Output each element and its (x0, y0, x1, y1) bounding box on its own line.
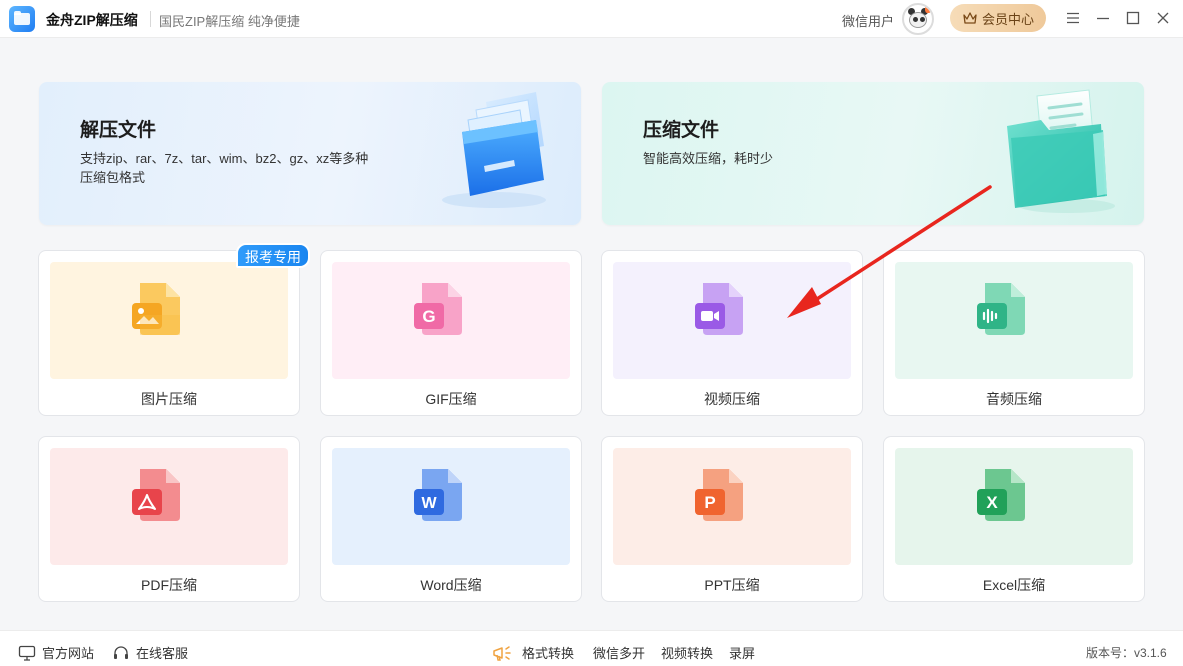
version-number: 版本号：v3.1.6 (1086, 646, 1167, 660)
title-bar: 金舟ZIP解压缩 国民ZIP解压缩 纯净便捷 微信用户 会员中心 (0, 0, 1183, 38)
app-name: 金舟ZIP解压缩 (46, 12, 138, 28)
compress-title: 压缩文件 (643, 120, 720, 141)
app-logo (9, 6, 35, 32)
file-drawer-icon (442, 92, 546, 208)
svg-text:X: X (986, 493, 998, 512)
screen-record-link[interactable]: 录屏 (729, 643, 755, 662)
official-website-link[interactable]: 官方网站 (18, 643, 94, 662)
compress-files-card[interactable]: 压缩文件 智能高效压缩，耗时少 (602, 82, 1144, 225)
online-service-link[interactable]: 在线客服 (112, 643, 188, 662)
svg-text:G: G (422, 307, 435, 326)
user-avatar[interactable] (902, 3, 934, 35)
maximize-button[interactable] (1123, 8, 1143, 28)
video-compress-label: 视频压缩 (704, 391, 760, 407)
vip-center-label: 会员中心 (981, 11, 1034, 27)
word-compress-label: Word压缩 (420, 577, 482, 593)
video-compress-card[interactable]: 视频压缩 (601, 250, 863, 416)
video-convert-label: 视频转换 (661, 646, 714, 661)
menu-icon (1067, 12, 1079, 24)
exam-only-badge: 报考专用 (236, 243, 310, 268)
wechat-multi-open-label: 微信多开 (593, 646, 646, 661)
image-compress-card[interactable]: 图片压缩 (38, 250, 300, 416)
official-website-label: 官方网站 (42, 646, 95, 661)
word-file-icon: W (414, 469, 462, 521)
audio-compress-card[interactable]: 音频压缩 (883, 250, 1145, 416)
status-bar: 官方网站 在线客服 格式转换 微信多开 视频转换 录屏 版本号：v3.1.6 (0, 630, 1183, 666)
svg-text:P: P (704, 493, 715, 512)
megaphone-icon (493, 645, 511, 661)
vip-center-button[interactable]: 会员中心 (950, 4, 1046, 32)
app-slogan: 国民ZIP解压缩 纯净便捷 (159, 14, 300, 29)
pdf-compress-card[interactable]: PDF压缩 (38, 436, 300, 602)
ppt-compress-label: PPT压缩 (704, 577, 760, 593)
format-convert-label: 格式转换 (522, 646, 575, 661)
close-button[interactable] (1153, 8, 1173, 28)
monitor-icon (18, 645, 36, 661)
maximize-icon (1126, 11, 1140, 25)
wechat-multi-open-link[interactable]: 微信多开 (593, 643, 645, 662)
gif-file-icon: G (414, 283, 462, 335)
excel-compress-card[interactable]: X Excel压缩 (883, 436, 1145, 602)
extract-files-card[interactable]: 解压文件 支持zip、rar、7z、tar、wim、bz2、gz、xz等多种压缩… (39, 82, 581, 225)
pdf-compress-label: PDF压缩 (141, 577, 197, 593)
word-compress-card[interactable]: W Word压缩 (320, 436, 582, 602)
user-name[interactable]: 微信用户 (842, 11, 894, 30)
screen-record-label: 录屏 (729, 646, 756, 661)
ppt-compress-card[interactable]: P PPT压缩 (601, 436, 863, 602)
image-compress-label: 图片压缩 (141, 391, 197, 407)
image-file-icon (132, 283, 180, 335)
format-convert-link[interactable]: 格式转换 (492, 643, 574, 662)
audio-compress-label: 音频压缩 (986, 391, 1042, 407)
close-icon (1157, 12, 1169, 24)
gif-compress-label: GIF压缩 (425, 391, 477, 407)
title-separator (150, 11, 151, 27)
menu-button[interactable] (1063, 8, 1083, 28)
folder-icon (1007, 89, 1115, 213)
excel-file-icon: X (977, 469, 1025, 521)
extract-description: 支持zip、rar、7z、tar、wim、bz2、gz、xz等多种压缩包格式 (80, 151, 369, 185)
audio-file-icon (977, 283, 1025, 335)
ppt-file-icon: P (695, 469, 743, 521)
compress-description: 智能高效压缩，耗时少 (643, 151, 774, 166)
svg-text:W: W (421, 495, 437, 512)
minimize-button[interactable] (1093, 8, 1113, 28)
excel-compress-label: Excel压缩 (982, 577, 1046, 593)
pdf-file-icon (132, 469, 180, 521)
extract-title: 解压文件 (80, 120, 157, 141)
headset-icon (114, 645, 128, 659)
online-service-label: 在线客服 (136, 646, 189, 661)
gif-compress-card[interactable]: G GIF压缩 (320, 250, 582, 416)
minimize-icon (1097, 17, 1109, 20)
crown-icon (962, 11, 978, 25)
video-convert-link[interactable]: 视频转换 (661, 643, 713, 662)
video-file-icon (695, 283, 743, 335)
